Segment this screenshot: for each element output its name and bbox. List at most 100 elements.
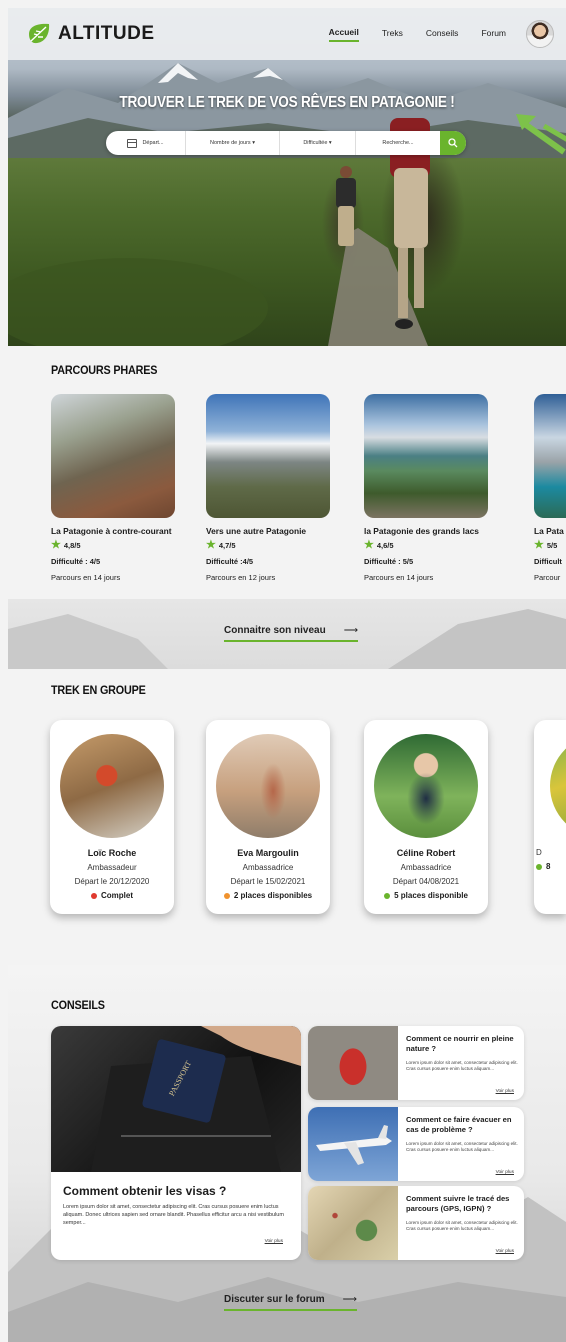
parcours-image — [534, 394, 566, 518]
nav-accueil[interactable]: Accueil — [328, 27, 359, 42]
ambassador-card[interactable]: D 8 — [534, 720, 566, 914]
conseil-main-title: Comment obtenir les visas ? — [63, 1184, 227, 1198]
page: TROUVER LE TREK DE VOS RÊVES EN PATAGONI… — [0, 0, 566, 1342]
conseil-title: Comment suivre le tracé des parcours (GP… — [406, 1194, 510, 1213]
parcours-image — [51, 394, 175, 518]
conseil-main-card[interactable]: PASSPORT Comment obtenir les visas ? Lor… — [51, 1026, 301, 1260]
main-nav: Accueil Treks Conseils Forum — [306, 20, 554, 48]
parcours-rating: ★ 4,7/5 — [206, 540, 346, 551]
logo[interactable]: ALTITUDE — [26, 22, 155, 46]
ambassador-role: Ambassadeur — [87, 863, 137, 872]
parcours-difficulty: Difficulté : 4/5 — [51, 557, 101, 566]
calendar-icon — [127, 138, 138, 148]
status-dot-icon — [223, 892, 230, 899]
airplane-icon — [316, 1125, 392, 1165]
voir-plus-link[interactable]: Voir plus — [496, 1089, 514, 1094]
departure-date: Départ 04/08/2021 — [392, 877, 460, 886]
ambassador-photo — [216, 734, 320, 838]
voir-plus-link[interactable]: Voir plus — [496, 1249, 514, 1254]
voir-plus-link[interactable]: Voir plus — [265, 1239, 283, 1244]
parcours-card[interactable]: Vers une autre Patagonie ★ 4,7/5 Difficul… — [206, 394, 346, 582]
nav-treks[interactable]: Treks — [382, 28, 403, 41]
niveau-link[interactable]: Connaitre son niveau ⟶ — [224, 625, 359, 642]
parcours-card[interactable]: La Pata ★ 5/5 Difficult Parcour — [534, 394, 566, 582]
brand-name: ALTITUDE — [58, 23, 155, 44]
parcours-title: PARCOURS PHARES — [51, 363, 158, 377]
departure-date: Départ le 15/02/2021 — [230, 877, 306, 886]
availability-status: 8 — [534, 862, 566, 871]
parcours-days: Parcours en 12 jours — [206, 573, 276, 582]
depart-field[interactable]: Départ... — [106, 131, 186, 155]
ambassador-card[interactable]: Eva Margoulin Ambassadrice Départ le 15/… — [206, 720, 330, 914]
status-dot-icon — [384, 892, 391, 899]
ambassador-name: Eva Margoulin — [237, 848, 299, 858]
conseil-card[interactable]: Comment suivre le tracé des parcours (GP… — [308, 1186, 524, 1260]
parcours-card[interactable]: La Patagonie à contre-courant ★ 4,8/5 Dif… — [51, 394, 191, 582]
parcours-rating: ★ 4,8/5 — [51, 540, 191, 551]
search-button[interactable] — [440, 131, 466, 155]
star-icon: ★ — [534, 539, 544, 551]
parcours-difficulty: Difficulté :4/5 — [206, 557, 254, 566]
parcours-name: La Patagonie à contre-courant — [51, 526, 172, 536]
ambassador-name: Loïc Roche — [87, 848, 137, 858]
hero-title: TROUVER LE TREK DE VOS RÊVES EN PATAGONI… — [119, 94, 455, 111]
parcours-card[interactable]: la Patagonie des grands lacs ★ 4,6/5 Diff… — [364, 394, 504, 582]
parcours-days: Parcours en 14 jours — [51, 573, 121, 582]
niveau-band: Connaitre son niveau ⟶ — [8, 599, 566, 669]
arrow-right-icon: ⟶ — [342, 1294, 357, 1305]
parcours-image — [364, 394, 488, 518]
parcours-difficulty: Difficult — [534, 557, 562, 566]
star-icon: ★ — [364, 539, 374, 551]
jours-dropdown[interactable]: Nombre de jours ▾ — [186, 131, 280, 155]
status-dot-icon — [536, 863, 542, 870]
conseil-main-text: Lorem ipsum dolor sit amet, consectetur … — [63, 1204, 284, 1226]
avatar[interactable] — [526, 20, 554, 48]
parcours-name: la Patagonie des grands lacs — [364, 526, 479, 536]
forum-link[interactable]: Discuter sur le forum ⟶ — [224, 1294, 357, 1311]
leaf-logo-icon — [29, 23, 50, 44]
parcours-difficulty: Difficulté : 5/5 — [364, 557, 414, 566]
ambassador-role: Ambassadrice — [400, 863, 452, 872]
ambassador-photo — [550, 734, 566, 838]
depart-label: Départ... — [142, 140, 164, 146]
nav-conseils[interactable]: Conseils — [426, 28, 459, 41]
parcours-name: La Pata — [534, 526, 564, 536]
conseil-text: Lorem ipsum dolor sit amet, consectetur … — [406, 1220, 518, 1232]
ambassador-photo — [60, 734, 164, 838]
search-bar: Départ... Nombre de jours ▾ Difficultée … — [106, 131, 466, 155]
search-placeholder: Recherche... — [382, 140, 414, 146]
nav-forum[interactable]: Forum — [481, 28, 506, 41]
availability-status: 5 places disponible — [364, 891, 488, 900]
conseil-image — [308, 1026, 398, 1100]
status-label: Complet — [101, 891, 133, 900]
search-icon — [448, 138, 458, 148]
conseil-text: Lorem ipsum dolor sit amet, consectetur … — [406, 1141, 518, 1153]
conseil-image — [308, 1107, 398, 1181]
ambassador-card[interactable]: Céline Robert Ambassadrice Départ 04/08/… — [364, 720, 488, 914]
parcours-days: Parcours en 14 jours — [364, 573, 434, 582]
arrow-decoration-icon — [516, 114, 566, 155]
status-label: 5 places disponible — [394, 891, 468, 900]
arrow-right-icon: ⟶ — [343, 625, 359, 636]
conseil-card[interactable]: Comment ce faire évacuer en cas de probl… — [308, 1107, 524, 1181]
jours-label: Nombre de jours ▾ — [210, 140, 255, 146]
parcours-days: Parcour — [534, 573, 561, 582]
ambassador-card[interactable]: Loïc Roche Ambassadeur Départ le 20/12/2… — [50, 720, 174, 914]
rating-value: 4,6/5 — [376, 541, 394, 550]
conseil-title: Comment ce nourrir en pleine nature ? — [406, 1034, 514, 1053]
search-input[interactable]: Recherche... — [356, 131, 440, 155]
difficulte-label: Difficultée ▾ — [303, 140, 332, 146]
status-dot-icon — [91, 892, 97, 899]
passport-bag-image: PASSPORT — [51, 1026, 301, 1172]
parcours-image — [206, 394, 330, 518]
conseil-card[interactable]: Comment ce nourrir en pleine nature ? Lo… — [308, 1026, 524, 1100]
voir-plus-link[interactable]: Voir plus — [496, 1170, 514, 1175]
status-label: 2 places disponibles — [233, 891, 313, 900]
conseils-title: CONSEILS — [51, 998, 105, 1012]
ambassador-role: Ambassadrice — [242, 863, 294, 872]
conseil-title: Comment ce faire évacuer en cas de probl… — [406, 1115, 512, 1134]
parcours-name: Vers une autre Patagonie — [206, 526, 307, 536]
niveau-link-label: Connaitre son niveau — [224, 625, 326, 636]
availability-status: 2 places disponibles — [206, 891, 330, 900]
difficulte-dropdown[interactable]: Difficultée ▾ — [280, 131, 356, 155]
